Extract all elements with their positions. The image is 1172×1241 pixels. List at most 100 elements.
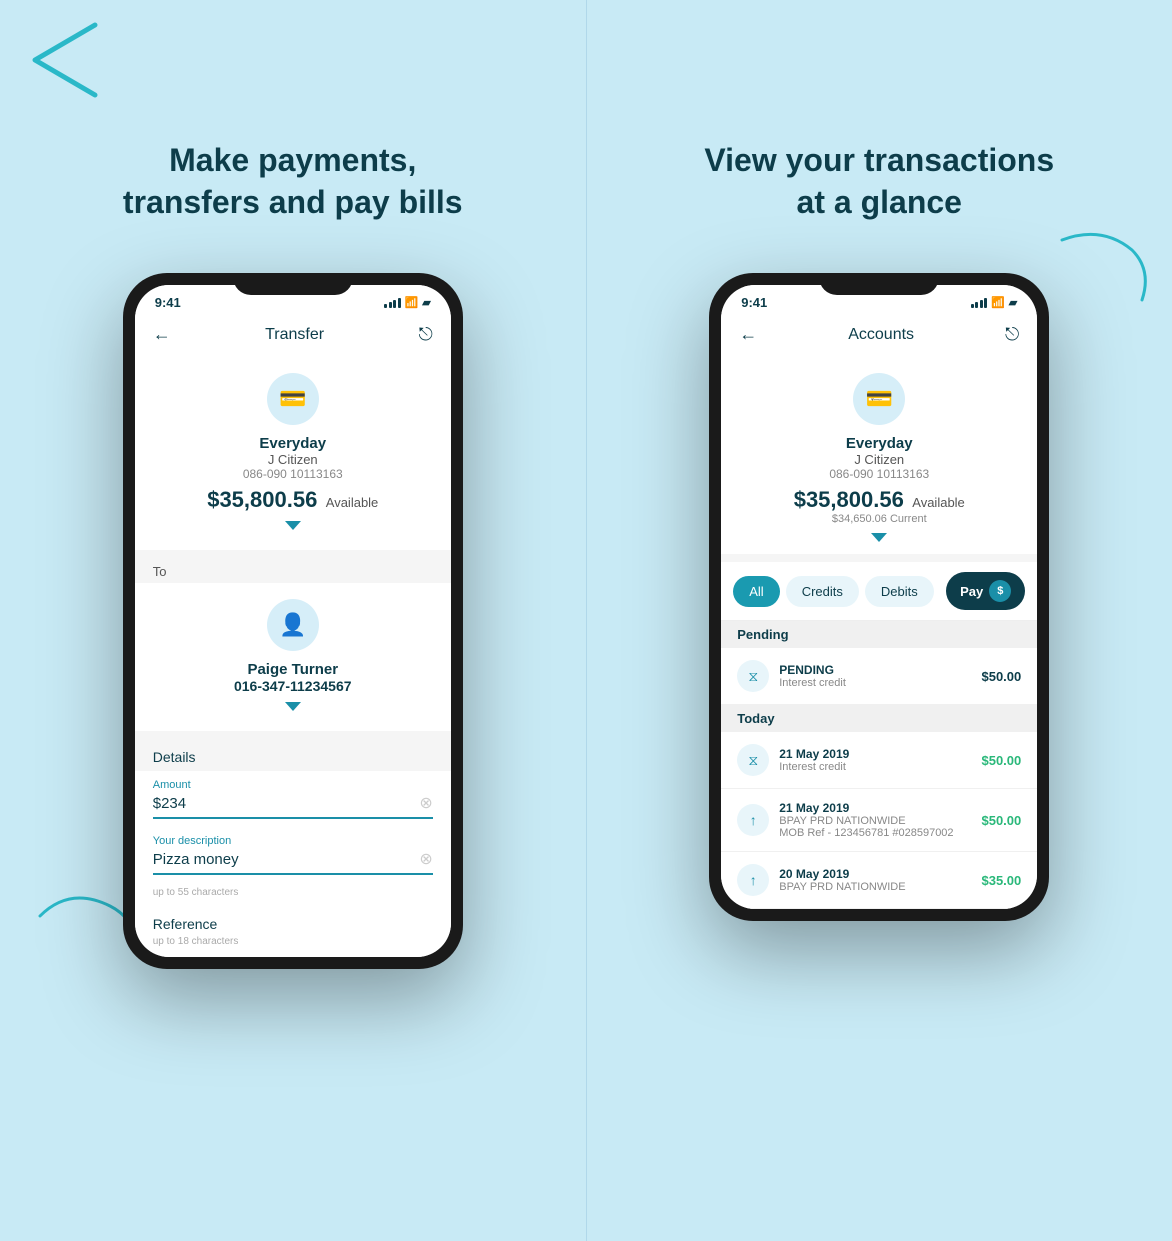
tx-3-info: 20 May 2019 BPAY PRD NATIONWIDE (779, 867, 971, 893)
to-chevron-down-icon[interactable] (285, 702, 301, 711)
right-account-holder: J Citizen (741, 452, 1017, 467)
tx-pending-status: PENDING (779, 663, 971, 677)
pay-label: Pay (960, 584, 983, 599)
left-panel: Make payments, transfers and pay bills 9… (0, 0, 587, 1241)
tx-pending-amount: $50.00 (981, 669, 1021, 684)
right-chevron-down-icon[interactable] (871, 533, 887, 542)
tx-3-icon: ↑ (737, 864, 769, 896)
reference-section: Reference up to 18 characters (135, 906, 451, 957)
tx-2-icon: ↑ (737, 804, 769, 836)
tabs-row: All Credits Debits Pay $ (721, 562, 1037, 621)
right-account-card: 💳 Everyday J Citizen 086-090 10113163 $3… (721, 357, 1037, 554)
tx-pending-desc: Interest credit (779, 677, 971, 689)
to-account-name: Paige Turner (155, 661, 431, 678)
right-panel: View your transactions at a glance 9:41 … (587, 0, 1172, 1241)
right-current-label: $34,650.06 Current (741, 513, 1017, 525)
right-account-name: Everyday (741, 435, 1017, 452)
chevron-down-icon[interactable] (285, 521, 301, 530)
account-number: 086-090 10113163 (155, 467, 431, 481)
account-balance: $35,800.56 (207, 487, 317, 512)
right-logout-icon[interactable]: ⎋ (1005, 324, 1019, 345)
tx-1-desc: Interest credit (779, 761, 971, 773)
status-icons: 📶 ▰ (384, 296, 431, 309)
amount-label: Amount (153, 779, 433, 791)
phone-notch (233, 273, 353, 295)
tx-pending-icon: ⧖ (737, 660, 769, 692)
tx-1-info: 21 May 2019 Interest credit (779, 747, 971, 773)
tab-all[interactable]: All (733, 576, 779, 607)
tx-3-amount: $35.00 (981, 873, 1021, 888)
right-phone-notch (819, 273, 939, 295)
account-holder: J Citizen (155, 452, 431, 467)
ref-hint: up to 18 characters (153, 936, 433, 947)
desc-value-row: Pizza money ⊗ (153, 849, 433, 875)
right-phone-screen: 9:41 📶 ▰ ← Accounts ⎋ (721, 285, 1037, 909)
to-account-card: 👤 Paige Turner 016-347-11234567 (135, 583, 451, 731)
transaction-today-2: ↑ 21 May 2019 BPAY PRD NATIONWIDE MOB Re… (721, 789, 1037, 852)
tx-2-amount: $50.00 (981, 813, 1021, 828)
tx-1-amount: $50.00 (981, 753, 1021, 768)
to-label: To (135, 558, 451, 583)
transaction-today-1: ⧖ 21 May 2019 Interest credit $50.00 (721, 732, 1037, 789)
phone-screen: 9:41 📶 ▰ ← Transfer ⎋ (135, 285, 451, 957)
right-account-icon: 💳 (853, 373, 905, 425)
signal-icon (384, 298, 401, 308)
tx-1-icon: ⧖ (737, 744, 769, 776)
app-title: Transfer (265, 326, 324, 344)
right-app-header: ← Accounts ⎋ (721, 316, 1037, 357)
right-wifi-icon: 📶 (991, 296, 1005, 309)
clear-desc-icon[interactable]: ⊗ (419, 849, 432, 869)
wifi-icon: 📶 (405, 296, 419, 309)
desc-hint: up to 55 characters (135, 883, 451, 906)
tx-2-info: 21 May 2019 BPAY PRD NATIONWIDE MOB Ref … (779, 801, 971, 839)
right-available-label: Available (912, 495, 965, 510)
right-app-title: Accounts (848, 326, 914, 344)
amount-value[interactable]: $234 (153, 795, 186, 812)
details-label: Details (135, 739, 451, 771)
pay-button[interactable]: Pay $ (946, 572, 1025, 610)
left-heading: Make payments, transfers and pay bills (103, 140, 483, 223)
tx-1-date: 21 May 2019 (779, 747, 971, 761)
ref-label: Reference (153, 916, 433, 932)
to-account-number: 016-347-11234567 (155, 678, 431, 694)
tx-2-desc: BPAY PRD NATIONWIDE MOB Ref - 123456781 … (779, 815, 971, 839)
clear-amount-icon[interactable]: ⊗ (419, 793, 432, 813)
logout-icon[interactable]: ⎋ (418, 324, 432, 345)
today-section-header: Today (721, 705, 1037, 732)
account-name: Everyday (155, 435, 431, 452)
amount-field-group: Amount $234 ⊗ (135, 771, 451, 827)
tx-3-date: 20 May 2019 (779, 867, 971, 881)
tab-credits[interactable]: Credits (786, 576, 859, 607)
amount-value-row: $234 ⊗ (153, 793, 433, 819)
right-back-icon[interactable]: ← (739, 324, 757, 345)
person-icon: 👤 (267, 599, 319, 651)
app-header: ← Transfer ⎋ (135, 316, 451, 357)
desc-label: Your description (153, 835, 433, 847)
right-battery-icon: ▰ (1009, 296, 1017, 309)
pending-section-header: Pending (721, 621, 1037, 648)
back-icon[interactable]: ← (153, 324, 171, 345)
deco-curve (1052, 220, 1152, 315)
status-time: 9:41 (155, 295, 181, 310)
account-icon: 💳 (267, 373, 319, 425)
deco-triangle (20, 15, 105, 110)
transaction-today-3: ↑ 20 May 2019 BPAY PRD NATIONWIDE $35.00 (721, 852, 1037, 909)
right-status-icons: 📶 ▰ (971, 296, 1018, 309)
tx-pending-info: PENDING Interest credit (779, 663, 971, 689)
right-status-time: 9:41 (741, 295, 767, 310)
desc-value[interactable]: Pizza money (153, 851, 239, 868)
battery-icon: ▰ (422, 296, 430, 309)
right-account-number: 086-090 10113163 (741, 467, 1017, 481)
right-signal-icon (971, 298, 988, 308)
tab-debits[interactable]: Debits (865, 576, 934, 607)
from-account-card: 💳 Everyday J Citizen 086-090 10113163 $3… (135, 357, 451, 550)
left-phone: 9:41 📶 ▰ ← Transfer ⎋ (123, 273, 463, 969)
tx-3-desc: BPAY PRD NATIONWIDE (779, 881, 971, 893)
right-phone: 9:41 📶 ▰ ← Accounts ⎋ (709, 273, 1049, 921)
tx-2-date: 21 May 2019 (779, 801, 971, 815)
transaction-pending: ⧖ PENDING Interest credit $50.00 (721, 648, 1037, 705)
pay-dollar-icon: $ (989, 580, 1011, 602)
right-heading: View your transactions at a glance (689, 140, 1069, 223)
right-account-balance: $35,800.56 (794, 487, 904, 512)
desc-field-group: Your description Pizza money ⊗ (135, 827, 451, 883)
